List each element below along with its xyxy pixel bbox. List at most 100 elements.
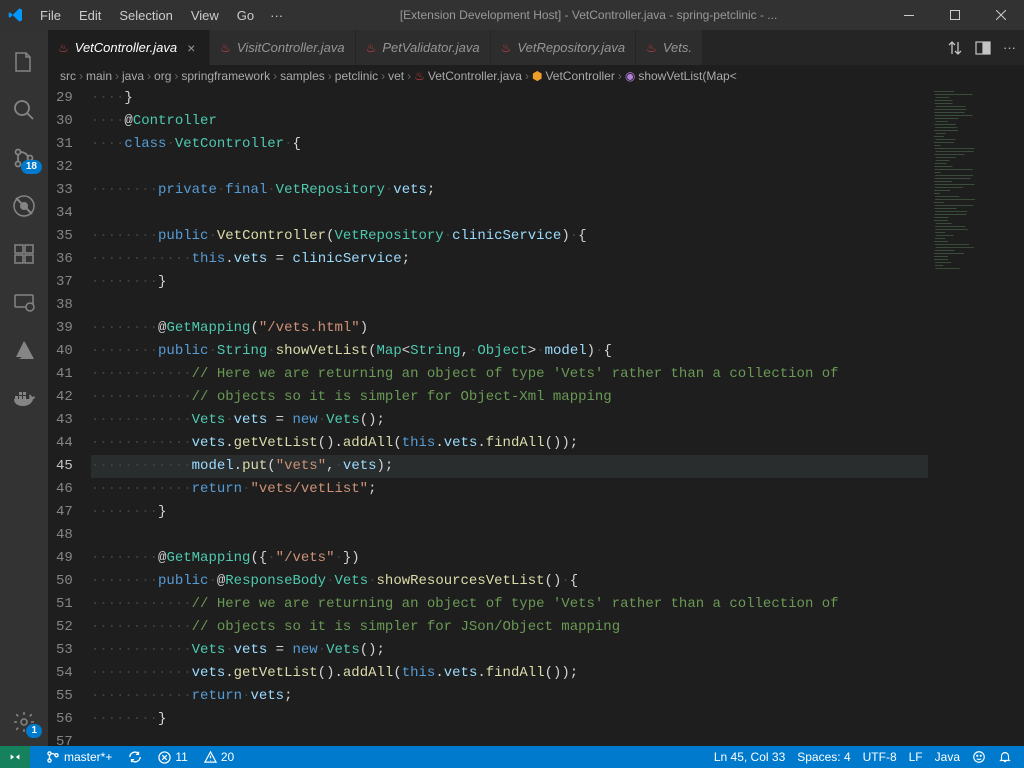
docker-icon[interactable] <box>0 374 48 422</box>
code-line[interactable]: ············Vets·vets = new·Vets(); <box>91 409 928 432</box>
breadcrumb-item[interactable]: petclinic <box>335 69 378 83</box>
code-line[interactable]: ············return·vets; <box>91 685 928 708</box>
breadcrumb-item[interactable]: vet <box>388 69 404 83</box>
problems-errors[interactable]: 11 <box>154 746 191 768</box>
remote-indicator[interactable] <box>0 746 30 768</box>
breadcrumbs[interactable]: src›main›java›org›springframework›sample… <box>48 65 1024 87</box>
code-line[interactable]: ············// Here we are returning an … <box>91 593 928 616</box>
more-actions-icon[interactable]: ··· <box>1003 40 1016 55</box>
problems-warnings[interactable]: 20 <box>200 746 238 768</box>
code-line[interactable]: ····@Controller <box>91 110 928 133</box>
code-line[interactable] <box>91 524 928 547</box>
code-line[interactable]: ············this.vets = clinicService; <box>91 248 928 271</box>
tab-close-icon[interactable]: × <box>183 40 199 56</box>
encoding[interactable]: UTF-8 <box>859 746 901 768</box>
maximize-button[interactable] <box>932 0 978 30</box>
chevron-right-icon: › <box>147 69 151 83</box>
code-line[interactable]: ········public·VetController(VetReposito… <box>91 225 928 248</box>
code-line[interactable]: ····} <box>91 87 928 110</box>
extensions-icon[interactable] <box>0 230 48 278</box>
code-line[interactable] <box>91 731 928 746</box>
chevron-right-icon: › <box>115 69 119 83</box>
java-file-icon: ♨ <box>646 41 657 55</box>
breadcrumb-item[interactable]: java <box>122 69 144 83</box>
menu-view[interactable]: View <box>183 4 227 27</box>
code-line[interactable] <box>91 294 928 317</box>
code-line[interactable]: ········} <box>91 501 928 524</box>
menubar-overflow[interactable]: ··· <box>262 4 291 27</box>
code-editor[interactable]: ····}····@Controller····class·VetControl… <box>91 87 928 746</box>
chevron-right-icon: › <box>328 69 332 83</box>
tab-vetrepository-java[interactable]: ♨VetRepository.java <box>491 30 636 65</box>
menu-file[interactable]: File <box>32 4 69 27</box>
editor-area: ♨VetController.java×♨VisitController.jav… <box>48 30 1024 746</box>
menu-selection[interactable]: Selection <box>111 4 180 27</box>
code-line[interactable] <box>91 156 928 179</box>
tab-petvalidator-java[interactable]: ♨PetValidator.java <box>356 30 491 65</box>
split-editor-icon[interactable] <box>975 40 991 56</box>
breadcrumb-item[interactable]: org <box>154 69 171 83</box>
code-line[interactable]: ········} <box>91 271 928 294</box>
language-mode[interactable]: Java <box>931 746 964 768</box>
git-branch[interactable]: master*+ <box>42 746 116 768</box>
code-line[interactable]: ············vets.getVetList().addAll(thi… <box>91 662 928 685</box>
close-button[interactable] <box>978 0 1024 30</box>
minimize-button[interactable] <box>886 0 932 30</box>
code-line[interactable]: ········} <box>91 708 928 731</box>
notifications-icon[interactable] <box>994 746 1016 768</box>
chevron-right-icon: › <box>174 69 178 83</box>
sync-button[interactable] <box>124 746 146 768</box>
indentation[interactable]: Spaces: 4 <box>793 746 854 768</box>
tab-label: VetController.java <box>75 40 177 55</box>
code-line[interactable]: ············// Here we are returning an … <box>91 363 928 386</box>
code-line[interactable] <box>91 202 928 225</box>
breadcrumb-class[interactable]: ⬢ VetController <box>532 69 615 83</box>
breadcrumb-item[interactable]: samples <box>280 69 325 83</box>
breadcrumb-item[interactable]: springframework <box>181 69 270 83</box>
code-line[interactable]: ············// objects so it is simpler … <box>91 386 928 409</box>
breadcrumb-item[interactable]: src <box>60 69 76 83</box>
code-line[interactable]: ········@GetMapping({·"/vets"·}) <box>91 547 928 570</box>
settings-badge: 1 <box>26 724 42 738</box>
source-control-icon[interactable]: 18 <box>0 134 48 182</box>
breadcrumb-method[interactable]: ◉ showVetList(Map< <box>625 69 737 83</box>
minimap[interactable]: ▬▬▬▬▬▬▬▬▬▬ ▬▬▬▬▬▬▬▬▬▬▬▬▬▬▬▬▬▬▬ ▬▬▬▬▬▬▬ ▬… <box>928 87 1024 746</box>
code-line[interactable]: ········@GetMapping("/vets.html") <box>91 317 928 340</box>
code-line[interactable]: ········private·final·VetRepository·vets… <box>91 179 928 202</box>
tab-visitcontroller-java[interactable]: ♨VisitController.java <box>210 30 355 65</box>
code-line[interactable]: ············vets.getVetList().addAll(thi… <box>91 432 928 455</box>
menu-go[interactable]: Go <box>229 4 262 27</box>
search-icon[interactable] <box>0 86 48 134</box>
tabs-actions: ··· <box>939 30 1024 65</box>
chevron-right-icon: › <box>381 69 385 83</box>
tab-vetcontroller-java[interactable]: ♨ VetController.java × <box>48 30 210 65</box>
debug-icon[interactable] <box>0 182 48 230</box>
tab-label: PetValidator.java <box>382 40 479 55</box>
chevron-right-icon: › <box>79 69 83 83</box>
code-line[interactable]: ············return·"vets/vetList"; <box>91 478 928 501</box>
cursor-position[interactable]: Ln 45, Col 33 <box>710 746 789 768</box>
tab-label: VisitController.java <box>237 40 345 55</box>
chevron-right-icon: › <box>525 69 529 83</box>
code-line[interactable]: ············Vets·vets = new·Vets(); <box>91 639 928 662</box>
code-line[interactable]: ············// objects so it is simpler … <box>91 616 928 639</box>
code-line[interactable]: ········public·String·showVetList(Map<St… <box>91 340 928 363</box>
java-file-icon: ♨ <box>58 41 69 55</box>
vscode-logo-icon <box>8 7 32 23</box>
code-line[interactable]: ········public·@ResponseBody·Vets·showRe… <box>91 570 928 593</box>
code-line[interactable]: ············model.put("vets",·vets); <box>91 455 928 478</box>
status-bar: master*+ 11 20 Ln 45, Col 33 Spaces: 4 U… <box>0 746 1024 768</box>
menu-edit[interactable]: Edit <box>71 4 109 27</box>
compare-icon[interactable] <box>947 40 963 56</box>
breadcrumb-item[interactable]: main <box>86 69 112 83</box>
settings-gear-icon[interactable]: 1 <box>0 698 48 746</box>
feedback-icon[interactable] <box>968 746 990 768</box>
explorer-icon[interactable] <box>0 38 48 86</box>
eol[interactable]: LF <box>905 746 927 768</box>
remote-icon[interactable] <box>0 278 48 326</box>
breadcrumb-file[interactable]: ♨ VetController.java <box>414 69 522 83</box>
scm-badge: 18 <box>21 160 42 174</box>
code-line[interactable]: ····class·VetController·{ <box>91 133 928 156</box>
tab-vets-[interactable]: ♨Vets. <box>636 30 703 65</box>
azure-icon[interactable] <box>0 326 48 374</box>
